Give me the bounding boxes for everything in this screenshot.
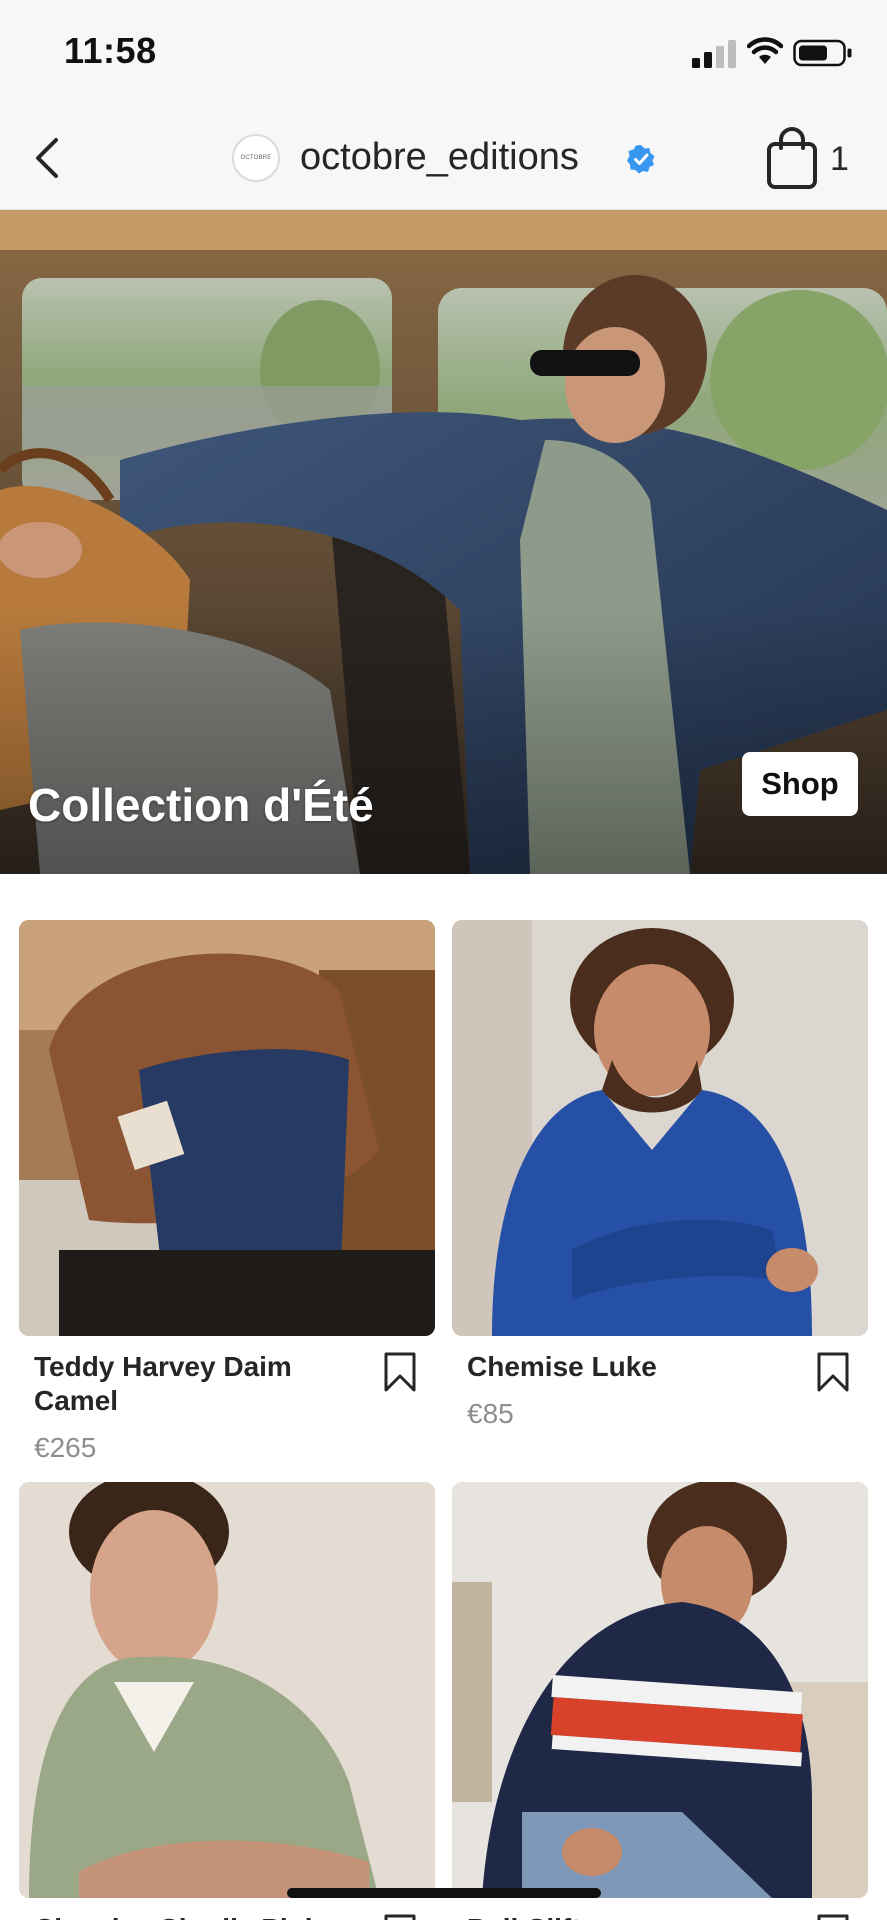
status-time: 11:58 [64,30,157,71]
cellular-signal-icon [692,40,736,68]
product-photo [19,920,435,1336]
bookmark-icon[interactable] [383,1352,417,1392]
cart-count: 1 [830,140,849,178]
product-name[interactable]: Chemise Charlie Pink [34,1912,334,1920]
product-photo [19,1482,435,1898]
hero-title: Collection d'Été [28,779,374,831]
product-image[interactable] [452,920,868,1336]
battery-icon [793,39,852,67]
product-card[interactable]: Pull Clift [452,1482,868,1920]
product-card[interactable]: Teddy Harvey Daim Camel €265 [19,920,435,1463]
shop-button[interactable]: Shop [742,752,858,816]
product-image[interactable] [19,920,435,1336]
product-price: €85 [467,1398,514,1429]
product-grid: Teddy Harvey Daim Camel €265 Chemise Luk… [0,874,887,1920]
hero-banner[interactable]: Collection d'Été Shop [0,210,887,874]
bookmark-icon[interactable] [383,1914,417,1920]
shop-header: OCTOBRE octobre_editions 1 [0,108,887,210]
product-card[interactable]: Chemise Luke €85 [452,920,868,1452]
product-name[interactable]: Teddy Harvey Daim Camel [34,1350,334,1418]
product-photo [452,920,868,1336]
product-image[interactable] [19,1482,435,1898]
verified-badge-icon [627,145,655,174]
product-image[interactable] [452,1482,868,1898]
product-card[interactable]: Chemise Charlie Pink [19,1482,435,1920]
home-indicator[interactable] [287,1888,601,1898]
product-name[interactable]: Chemise Luke [467,1350,767,1384]
status-bar: 11:58 [0,0,887,108]
back-arrow-icon[interactable] [28,128,68,188]
bookmark-icon[interactable] [816,1352,850,1392]
shopping-bag-icon[interactable] [766,126,818,190]
product-photo [452,1482,868,1898]
wifi-icon [747,37,783,64]
product-price: €265 [34,1432,97,1463]
avatar-logo-text: OCTOBRE [240,155,272,161]
brand-name[interactable]: octobre_editions [300,136,579,179]
product-name[interactable]: Pull Clift [467,1912,767,1920]
brand-avatar[interactable]: OCTOBRE [232,134,280,182]
bookmark-icon[interactable] [816,1914,850,1920]
